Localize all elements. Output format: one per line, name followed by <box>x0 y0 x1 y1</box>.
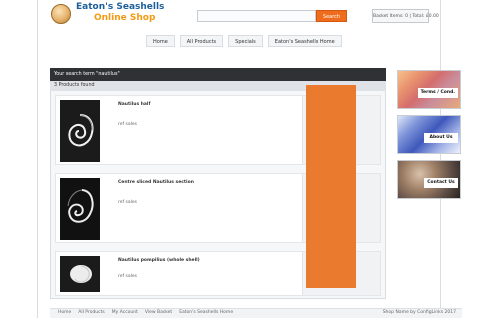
footer-link-my-account[interactable]: My Account <box>112 310 138 315</box>
footer-link-view-basket[interactable]: View Basket <box>145 310 172 315</box>
product-name[interactable]: Nautilus half <box>118 102 150 107</box>
product-name[interactable]: Centre sliced Nautilus section <box>118 180 194 185</box>
about-label[interactable]: About Us <box>424 133 458 143</box>
product-price: ref sales <box>118 122 137 127</box>
product-image[interactable] <box>60 178 100 240</box>
search-input[interactable] <box>197 10 316 22</box>
footer-link-seashells-home[interactable]: Eaton's Seashells Home <box>179 310 233 315</box>
terms-label[interactable]: Terms / Cond. <box>417 88 458 98</box>
nautilus-section-image <box>60 178 100 240</box>
about-tile[interactable]: About Us <box>397 115 461 154</box>
basket-summary[interactable]: Basket Items: 0 | Total: £0.00 <box>372 9 439 23</box>
orange-overlay <box>306 85 356 288</box>
site-title[interactable]: Eaton's Seashells <box>76 3 164 12</box>
nautilus-whole-image <box>60 256 100 292</box>
product-name[interactable]: Nautilus pompilius (whole shell) <box>118 258 200 263</box>
footer-credit: Shop Name by ConfigLinks 2017 <box>382 310 456 315</box>
footer-link-home[interactable]: Home <box>58 310 71 315</box>
contact-tile[interactable]: Contact Us <box>397 160 461 199</box>
product-image[interactable] <box>60 100 100 162</box>
terms-tile[interactable]: Terms / Cond. <box>397 70 461 109</box>
main-nav: Home All Products Specials Eaton's Seash… <box>146 35 342 47</box>
page: Eaton's Seashells Online Shop Search Bas… <box>0 0 477 318</box>
footer-link-all-products[interactable]: All Products <box>78 310 104 315</box>
product-image[interactable] <box>60 256 100 292</box>
site-header: Eaton's Seashells Online Shop Search Bas… <box>38 0 440 36</box>
product-price: ref sales <box>118 274 137 279</box>
nav-specials[interactable]: Specials <box>228 35 263 47</box>
search-button[interactable]: Search <box>316 10 347 22</box>
contact-label[interactable]: Contact Us <box>424 178 458 188</box>
nav-home[interactable]: Home <box>146 35 175 47</box>
search-results-heading: Your search term "nautilus" <box>50 68 386 81</box>
nav-all-products[interactable]: All Products <box>179 35 224 47</box>
site-frame: Eaton's Seashells Online Shop Search Bas… <box>37 0 462 318</box>
footer-links: Home All Products My Account View Basket… <box>58 310 233 315</box>
seashell-icon <box>51 4 71 24</box>
nautilus-half-image <box>60 100 100 162</box>
nav-seashells-home[interactable]: Eaton's Seashells Home <box>267 35 342 47</box>
site-subtitle[interactable]: Online Shop <box>94 14 155 23</box>
product-price: ref sales <box>118 200 137 205</box>
site-footer: Home All Products My Account View Basket… <box>50 308 462 318</box>
